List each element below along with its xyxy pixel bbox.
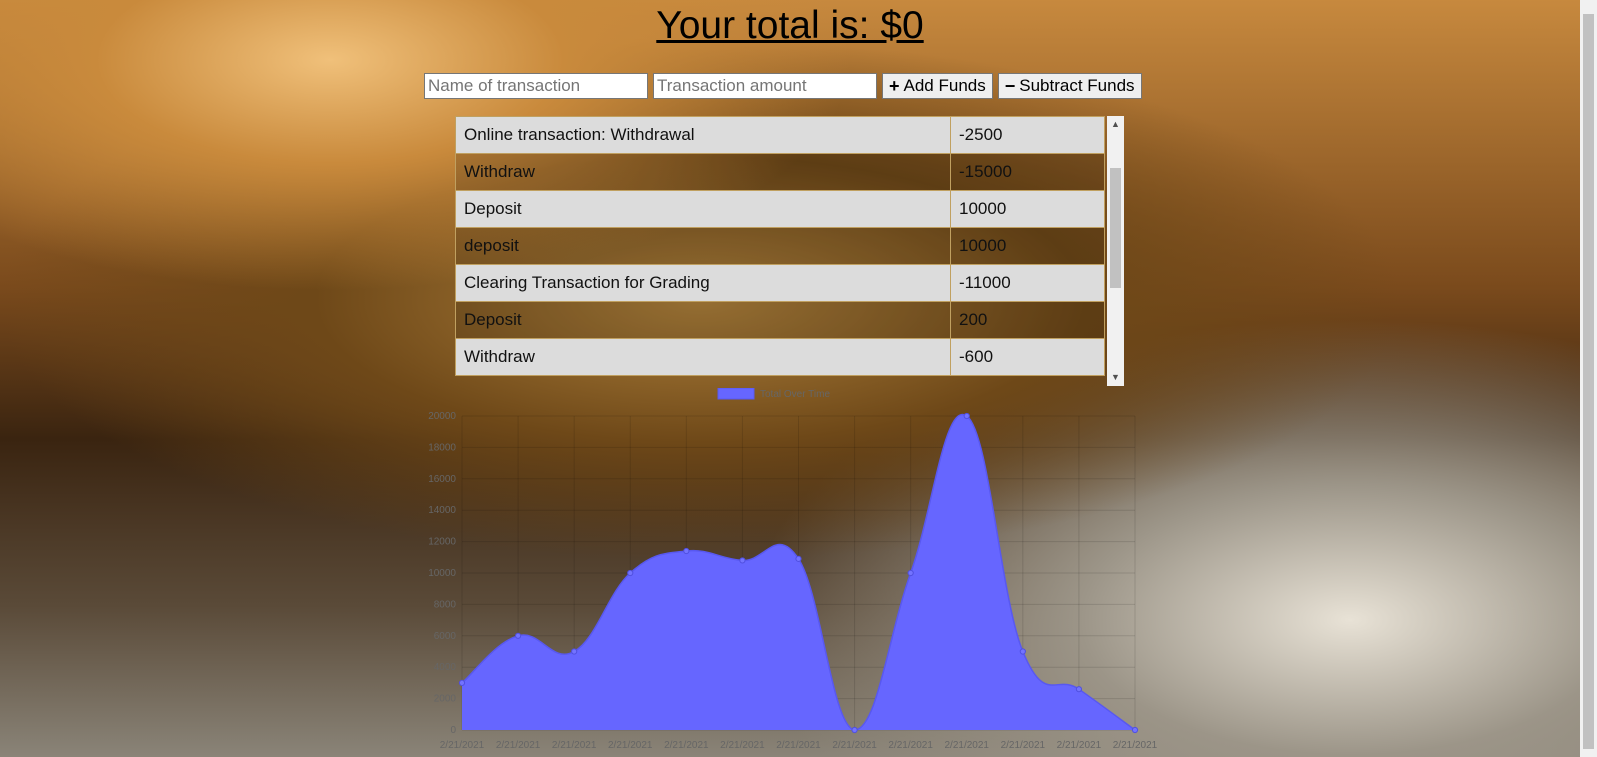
table-row: deposit 10000: [455, 227, 1105, 265]
x-tick-label: 2/21/2021: [664, 740, 709, 751]
x-tick-label: 2/21/2021: [720, 740, 765, 751]
data-point: [907, 569, 914, 577]
x-tick-label: 2/21/2021: [888, 740, 933, 751]
data-point: [739, 557, 746, 564]
transactions-table: Online transaction: Withdrawal -2500 Wit…: [455, 116, 1105, 376]
scroll-up-arrow-icon[interactable]: ▲: [1107, 116, 1124, 133]
x-tick-label: 2/21/2021: [440, 740, 485, 751]
legend-label: Total Over Time: [760, 389, 830, 400]
y-tick-label: 14000: [428, 505, 456, 516]
y-tick-label: 20000: [428, 411, 456, 422]
transaction-name-cell: Clearing Transaction for Grading: [455, 264, 951, 302]
transaction-name-input[interactable]: [424, 73, 648, 99]
data-point: [963, 412, 970, 420]
add-funds-label: Add Funds: [903, 76, 986, 95]
subtract-funds-label: Subtract Funds: [1019, 76, 1135, 95]
table-row: Withdraw -15000: [455, 153, 1105, 191]
table-row: Online transaction: Withdrawal -2500: [455, 116, 1105, 154]
transaction-amount-cell: 10000: [950, 227, 1105, 265]
y-tick-label: 18000: [428, 442, 456, 453]
transaction-amount-cell: -2500: [950, 116, 1105, 154]
table-row: Clearing Transaction for Grading -11000: [455, 264, 1105, 302]
x-tick-label: 2/21/2021: [1057, 740, 1102, 751]
data-point: [514, 632, 522, 639]
table-scrollbar[interactable]: ▲ ▼: [1107, 116, 1124, 386]
transaction-form: + Add Funds − Subtract Funds: [424, 73, 1142, 99]
transaction-name-cell: deposit: [455, 227, 951, 265]
data-point: [1075, 686, 1083, 693]
page-scrollbar[interactable]: [1580, 0, 1597, 757]
x-tick-label: 2/21/2021: [945, 740, 990, 751]
transaction-amount-input[interactable]: [653, 73, 877, 99]
y-tick-label: 12000: [428, 537, 456, 548]
table-row: Deposit 200: [455, 301, 1105, 339]
table-row: Withdraw -600: [455, 338, 1105, 376]
scroll-down-arrow-icon[interactable]: ▼: [1107, 369, 1124, 386]
transaction-name-cell: Withdraw: [455, 153, 951, 191]
y-tick-label: 0: [450, 725, 456, 736]
y-tick-label: 16000: [428, 474, 456, 485]
x-tick-label: 2/21/2021: [496, 740, 541, 751]
data-point: [795, 555, 802, 562]
transaction-amount-cell: -15000: [950, 153, 1105, 191]
y-tick-label: 10000: [428, 568, 456, 579]
data-point: [683, 547, 690, 555]
total-heading: Your total is: $0: [656, 4, 924, 47]
table-row: Deposit 10000: [455, 190, 1105, 228]
x-tick-label: 2/21/2021: [832, 740, 877, 751]
transaction-name-cell: Online transaction: Withdrawal: [455, 116, 951, 154]
legend-swatch: [717, 388, 755, 400]
data-point: [627, 569, 634, 577]
transaction-amount-cell: 200: [950, 301, 1105, 339]
data-point: [458, 679, 466, 686]
subtract-funds-button[interactable]: − Subtract Funds: [997, 73, 1142, 99]
add-funds-button[interactable]: + Add Funds: [882, 73, 993, 99]
transaction-name-cell: Deposit: [455, 301, 951, 339]
total-over-time-chart: 0 2000 4000 6000 8000 10000 12000 14000 16000 180…: [428, 388, 1158, 751]
transactions-table-container[interactable]: Online transaction: Withdrawal -2500 Wit…: [455, 116, 1124, 386]
transaction-name-cell: Withdraw: [455, 338, 951, 376]
y-tick-label: 4000: [434, 662, 457, 673]
data-point: [571, 648, 578, 655]
table-scroll-thumb[interactable]: [1110, 168, 1121, 288]
data-point: [1019, 648, 1026, 655]
y-tick-label: 6000: [434, 631, 457, 642]
x-tick-label: 2/21/2021: [552, 740, 597, 751]
y-tick-label: 8000: [434, 599, 457, 610]
data-point: [851, 726, 858, 734]
transaction-name-cell: Deposit: [455, 190, 951, 228]
transaction-amount-cell: 10000: [950, 190, 1105, 228]
x-tick-label: 2/21/2021: [608, 740, 653, 751]
data-point: [1131, 726, 1139, 734]
y-tick-label: 2000: [434, 694, 457, 705]
page-scroll-thumb[interactable]: [1583, 14, 1594, 749]
x-tick-label: 2/21/2021: [1001, 740, 1046, 751]
transaction-amount-cell: -11000: [950, 264, 1105, 302]
x-tick-label: 2/21/2021: [1113, 740, 1158, 751]
transaction-amount-cell: -600: [950, 338, 1105, 376]
x-tick-label: 2/21/2021: [776, 740, 821, 751]
minus-icon: −: [1004, 76, 1016, 96]
plus-icon: +: [889, 76, 900, 96]
